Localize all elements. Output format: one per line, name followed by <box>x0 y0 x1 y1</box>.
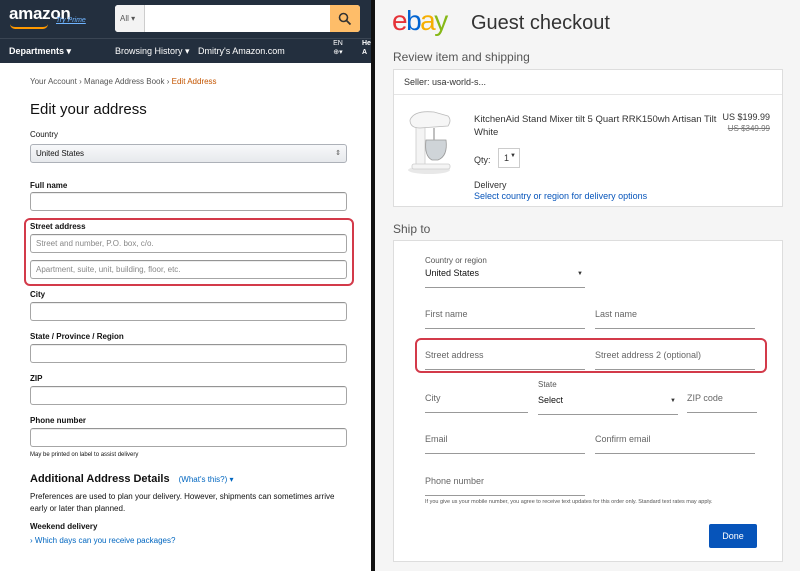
city-input[interactable] <box>30 302 347 321</box>
state-input[interactable] <box>30 344 347 363</box>
weekend-delivery-link-text: Which days can you receive packages? <box>34 536 176 545</box>
ebay-logo[interactable]: ebay <box>392 5 448 37</box>
state-value: Select <box>538 395 564 405</box>
language-label: EN <box>333 40 343 47</box>
search-bar: All ▾ <box>115 5 360 32</box>
phone-input[interactable] <box>30 428 347 447</box>
country-value: United States <box>36 149 85 158</box>
breadcrumb-manage-address-book[interactable]: Manage Address Book <box>84 77 165 86</box>
city-input[interactable]: City <box>425 393 528 413</box>
review-item-card: Seller: usa-world-s... KitchenAid Stand … <box>393 69 783 207</box>
departments-menu[interactable]: Departments ▾ <box>9 46 71 57</box>
zip-label: ZIP <box>30 374 43 383</box>
chevron-down-icon: ▼ <box>510 153 516 159</box>
user-amazon-link[interactable]: Dmitry's Amazon.com <box>198 46 285 56</box>
edit-address-form: Your Account › Manage Address Book › Edi… <box>30 77 360 545</box>
chevron-down-icon: ▼ <box>577 271 583 277</box>
country-label: Country <box>30 130 59 139</box>
ebay-panel: ebay Guest checkout Review item and ship… <box>375 0 800 571</box>
amazon-smile-icon <box>10 24 48 29</box>
phone-number-input[interactable]: Phone number <box>425 476 585 496</box>
street-address-highlight <box>415 338 767 373</box>
hello-label: He <box>362 40 371 47</box>
breadcrumb: Your Account › Manage Address Book › Edi… <box>30 77 360 86</box>
country-region-value: United States <box>425 268 480 278</box>
amazon-header: amazon Try Prime All ▾ <box>0 0 371 38</box>
state-select[interactable]: Select ▼ <box>538 395 678 415</box>
confirm-email-input[interactable]: Confirm email <box>595 434 755 454</box>
account-label: A <box>362 49 368 56</box>
ship-to-title: Ship to <box>393 222 431 236</box>
delivery-label: Delivery <box>474 180 507 190</box>
review-section-title: Review item and shipping <box>393 50 530 64</box>
qty-value: 1 <box>504 153 510 163</box>
country-region-label: Country or region <box>425 256 487 265</box>
breadcrumb-current: Edit Address <box>171 77 217 86</box>
phone-label: Phone number <box>30 416 87 425</box>
stand-mixer-image <box>408 111 451 174</box>
country-region-select[interactable]: United States ▼ <box>425 268 585 288</box>
done-button[interactable]: Done <box>709 524 757 548</box>
chevron-down-icon: ▼ <box>670 398 676 404</box>
search-button[interactable] <box>330 5 360 32</box>
qty-select[interactable]: 1 ▼ <box>498 148 520 168</box>
additional-details-description: Preferences are used to plan your delive… <box>30 492 335 513</box>
phone-disclaimer: If you give us your mobile number, you a… <box>425 499 713 505</box>
city-label: City <box>30 290 46 299</box>
search-icon <box>338 12 352 25</box>
amazon-panel: amazon Try Prime All ▾ Departments ▾ Bro… <box>0 0 371 571</box>
zip-code-input[interactable]: ZIP code <box>687 393 757 413</box>
amazon-navbar: Departments ▾ Browsing History ▾ Dmitry'… <box>0 38 371 63</box>
weekend-delivery-label: Weekend delivery <box>30 522 98 531</box>
browsing-history-menu[interactable]: Browsing History ▾ <box>115 46 190 57</box>
street-address-highlight <box>24 218 354 286</box>
additional-details-title: Additional Address Details <box>30 473 170 485</box>
zip-input[interactable] <box>30 386 347 405</box>
breadcrumb-your-account[interactable]: Your Account <box>30 77 77 86</box>
page-title: Edit your address <box>30 101 147 118</box>
country-select[interactable]: United States ⇕ <box>30 144 347 163</box>
globe-icon: ⊕▾ <box>333 49 343 56</box>
product-price: US $199.99 US $349.99 <box>722 112 770 134</box>
original-price: US $349.99 <box>727 124 770 133</box>
account-menu[interactable]: He A <box>362 39 371 57</box>
breadcrumb-separator: › <box>79 77 82 86</box>
last-name-input[interactable]: Last name <box>595 309 755 329</box>
language-selector[interactable]: EN ⊕▾ <box>331 39 345 57</box>
product-title-link[interactable]: KitchenAid Stand Mixer tilt 5 Quart RRK1… <box>474 113 719 139</box>
qty-label: Qty: <box>474 155 491 165</box>
first-name-input[interactable]: First name <box>425 309 585 329</box>
caret-right-icon: › <box>30 536 33 545</box>
state-label: State / Province / Region <box>30 332 124 341</box>
search-category-dropdown[interactable]: All ▾ <box>115 5 145 32</box>
whats-this-link[interactable]: (What's this?) ▾ <box>179 475 234 484</box>
delivery-options-link[interactable]: Select country or region for delivery op… <box>474 191 647 201</box>
weekend-delivery-link[interactable]: › Which days can you receive packages? <box>30 536 175 545</box>
page-title: Guest checkout <box>471 12 610 34</box>
select-arrows-icon: ⇕ <box>335 150 341 157</box>
additional-details-heading: Additional Address Details (What's this?… <box>30 473 234 485</box>
search-category-label: All <box>120 14 129 23</box>
breadcrumb-separator: › <box>166 77 170 86</box>
try-prime-link[interactable]: Try Prime <box>56 17 86 24</box>
current-price: US $199.99 <box>722 112 770 122</box>
email-input[interactable]: Email <box>425 434 585 454</box>
seller-info: Seller: usa-world-s... <box>394 70 782 95</box>
full-name-input[interactable] <box>30 192 347 211</box>
state-label: State <box>538 380 557 389</box>
phone-note: May be printed on label to assist delive… <box>30 452 139 458</box>
full-name-label: Full name <box>30 181 68 190</box>
